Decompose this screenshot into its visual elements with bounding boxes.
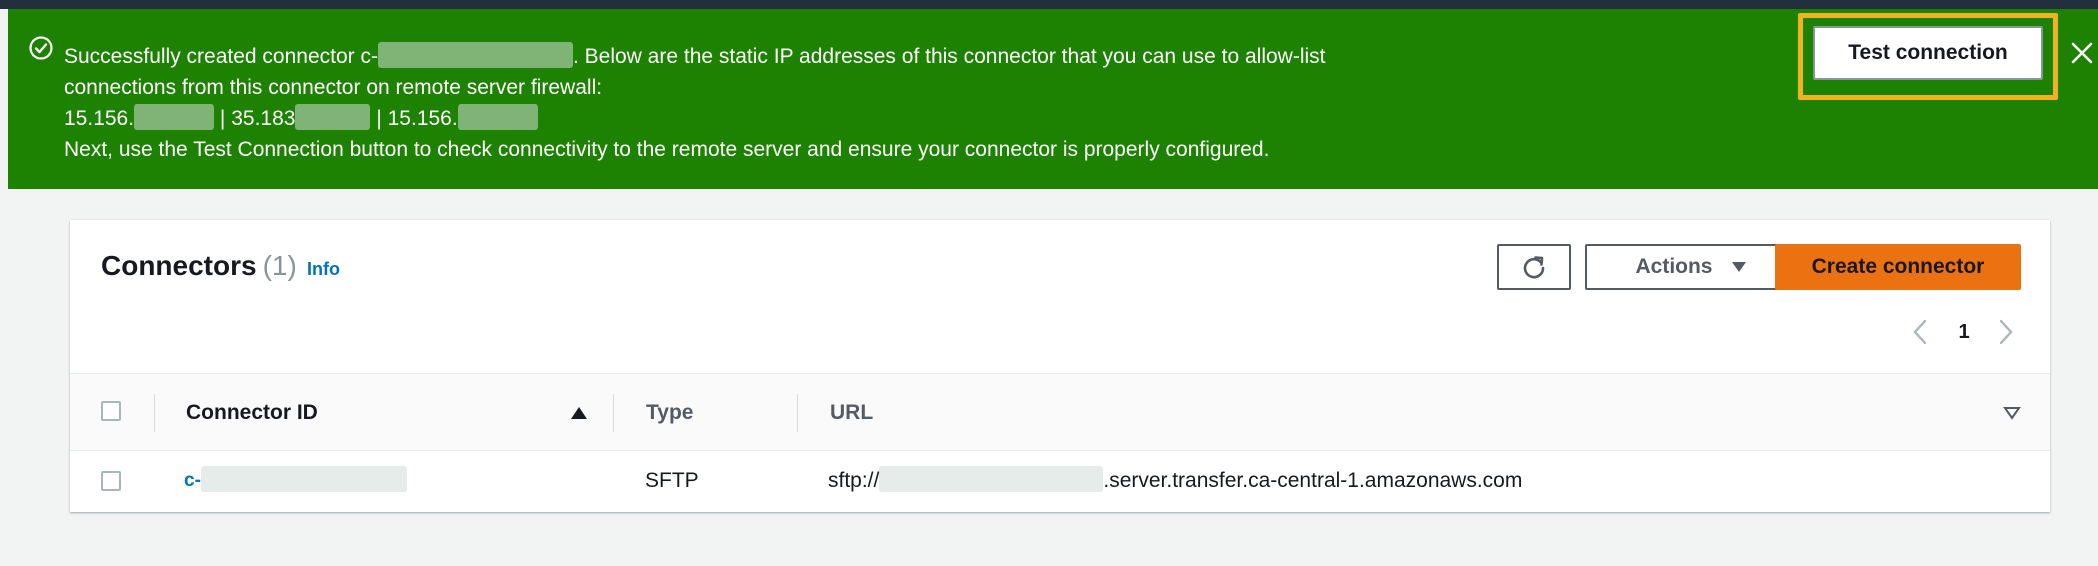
redacted-url-host [879,466,1104,492]
type-cell: SFTP [645,469,699,492]
refresh-button[interactable] [1497,244,1571,290]
flash-ip-list: 15.156. | 35.183 | 15.156. [64,103,1764,134]
panel-title-text: Connectors [101,250,257,281]
top-navigation-bar [0,0,2098,9]
table-header-row: Connector ID Type URL [70,373,2050,451]
create-connector-button[interactable]: Create connector [1775,244,2021,290]
connector-id-link[interactable]: c- [184,470,201,492]
ip-address-2: 35.183 [231,107,296,130]
flash-message-continued: . Below are the static IP addresses of t… [572,45,1326,68]
ip-address-1: 15.156. [64,107,135,130]
flash-line-1: Successfully created connector c- . Below… [64,41,1764,72]
redacted-ip-3 [457,104,538,131]
redacted-connector-id [200,466,407,492]
success-check-icon [29,36,53,60]
connectors-table-panel: Connectors (1) Info Actions Create connec… [70,220,2050,512]
ip-separator: | [219,107,226,130]
redacted-connector-id [377,42,573,69]
connector-id-cell[interactable]: c- [184,451,407,511]
column-divider [797,394,798,432]
flash-message-start: Successfully created connector c- [64,45,378,68]
refresh-icon [1523,256,1545,279]
test-connection-button[interactable]: Test connection [1813,26,2043,80]
column-divider [154,394,155,432]
pagination-page-number[interactable]: 1 [1949,312,1979,352]
caret-down-icon [1731,262,1746,272]
chevron-right-icon [1999,319,2013,345]
flash-message: Successfully created connector c- . Below… [64,41,1764,165]
column-divider [613,394,614,432]
chevron-left-icon [1913,319,1927,345]
ip-separator: | [376,107,382,130]
actions-label: Actions [1635,255,1713,278]
redacted-ip-2 [295,104,371,131]
url-cell: sftp:// .server.transfer.ca-central-1.ama… [828,451,1522,511]
url-suffix: .server.transfer.ca-central-1.amazonaws.… [1103,469,1523,492]
sort-ascending-icon[interactable] [570,406,588,420]
row-checkbox[interactable] [101,471,121,491]
flash-line-4: Next, use the Test Connection button to … [64,138,1270,161]
actions-dropdown-button[interactable]: Actions [1585,244,1797,290]
column-header-url[interactable]: URL [830,374,873,452]
pagination-next-button[interactable] [1991,312,2021,352]
column-header-connector-id[interactable]: Connector ID [186,374,318,452]
column-settings-caret-icon[interactable] [2003,406,2021,420]
select-all-checkbox[interactable] [101,401,121,421]
success-flash-banner: Successfully created connector c- . Below… [8,9,2098,189]
url-prefix: sftp:// [828,469,880,492]
flash-line-2: connections from this connector on remot… [64,76,603,99]
ip-address-3: 15.156. [387,107,458,130]
page-title: Connectors (1) [101,250,297,282]
pagination-prev-button[interactable] [1905,312,1935,352]
redacted-ip-1 [134,104,215,131]
info-link[interactable]: Info [307,259,340,280]
connector-count: (1) [262,250,297,281]
table-row[interactable]: c- SFTP sftp:// .server.transfer.ca-centr… [70,451,2050,511]
column-header-type[interactable]: Type [646,374,693,452]
pagination: 1 [1905,312,2025,352]
close-icon[interactable] [2068,39,2096,67]
